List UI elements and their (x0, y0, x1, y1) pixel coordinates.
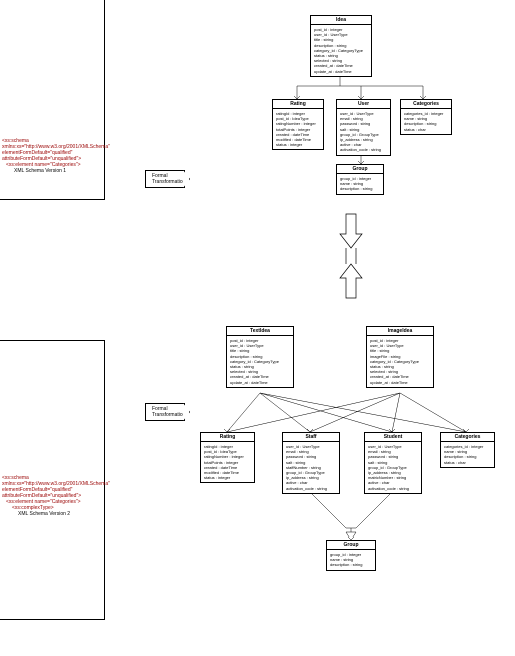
class-group-bottom: Group group_id : integername : stringdes… (326, 540, 376, 571)
xml-v2-label: XML Schema Version 2 (18, 511, 70, 517)
class-categories-top: Categories categories_id : integername :… (400, 99, 452, 135)
attr-row: ratingNumber : integer (276, 121, 320, 126)
class-group-top: Group group_id : integername : stringdes… (336, 164, 384, 195)
xml-schema-open: <xs:schema xmlns:xs="http://www.w3.org/2… (2, 138, 110, 162)
xml-snippet-v2: <xs:schema xmlns:xs="http://www.w3.org/2… (2, 475, 102, 517)
attr-row: activation_code : string (368, 486, 418, 491)
attr-row: description : string (340, 186, 380, 191)
attr-row: status : char (404, 127, 448, 132)
attr-row: update_at : dateTime (314, 69, 368, 74)
xml-snippet-v1: <xs:schema xmlns:xs="http://www.w3.org/2… (2, 138, 102, 174)
class-staff: Staff user_id : UserTypeemail : stringpa… (282, 432, 340, 494)
attr-row: ratingNumber : integer (204, 454, 251, 459)
class-rating-top: Rating ratingId : integerpost_id : IdeaT… (272, 99, 324, 150)
attr-row: activation_code : string (286, 486, 336, 491)
xml-schema-open-2: <xs:schema xmlns:xs="http://www.w3.org/2… (2, 475, 110, 499)
xml-v1-label: XML Schema Version 1 (14, 168, 66, 174)
attr-row: status : integer (276, 142, 320, 147)
class-textidea: TextIdea post_id : integeruser_id : User… (226, 326, 294, 388)
transform-label-2: Formal Transformation (152, 406, 185, 418)
class-idea: Idea post_id : integeruser_id : UserType… (310, 15, 372, 77)
formal-transformation-bottom: Formal Transformation (145, 403, 185, 421)
class-imageidea: ImageIdea post_id : integeruser_id : Use… (366, 326, 434, 388)
class-categories-bottom: Categories categories_id : integername :… (440, 432, 495, 468)
attr-row: status : integer (204, 475, 251, 480)
formal-transformation-top: Formal Transformation (145, 170, 185, 188)
attr-row: activation_code : string (340, 147, 387, 152)
attr-row: description : string (330, 562, 372, 567)
transform-label: Formal Transformation (152, 173, 185, 185)
class-user: User user_id : UserTypeemail : stringpas… (336, 99, 391, 156)
attr-row: status : char (444, 460, 491, 465)
attr-row: update_at : dateTime (370, 380, 430, 385)
class-student: Student user_id : UserTypeemail : string… (364, 432, 422, 494)
attr-row: update_at : dateTime (230, 380, 290, 385)
class-rating-bottom: Rating ratingId : integerpost_id : IdeaT… (200, 432, 255, 483)
